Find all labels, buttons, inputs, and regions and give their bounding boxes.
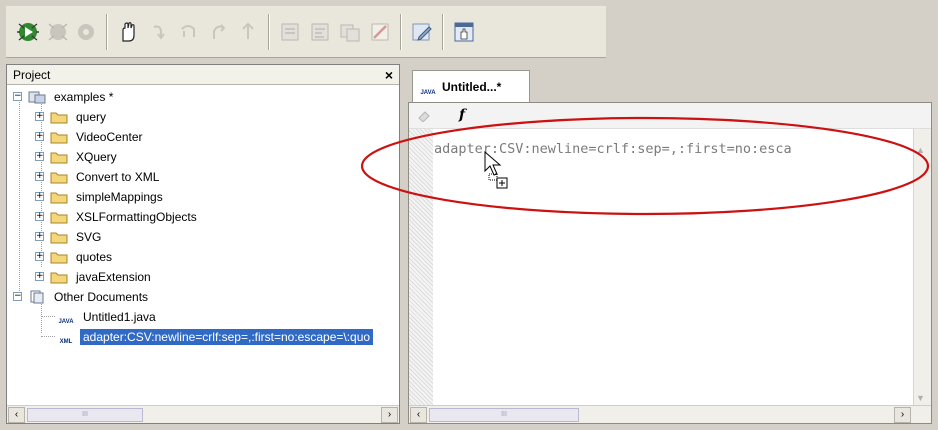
- expand-icon[interactable]: +: [35, 272, 44, 281]
- xml-pane3-icon[interactable]: [336, 18, 364, 46]
- scroll-down-button[interactable]: ▼: [916, 393, 925, 403]
- expand-icon[interactable]: +: [35, 232, 44, 241]
- xml-pane-icon[interactable]: [276, 18, 304, 46]
- scroll-right-button[interactable]: ›: [381, 407, 398, 423]
- step-back-icon[interactable]: [234, 18, 262, 46]
- folder-icon: [50, 150, 68, 164]
- step-out-icon[interactable]: [204, 18, 232, 46]
- documents-icon: [28, 290, 46, 304]
- tree-folder-item[interactable]: + query: [35, 107, 109, 126]
- debug-run-icon[interactable]: [14, 18, 42, 46]
- expand-icon[interactable]: +: [35, 132, 44, 141]
- java-file-icon: JAVA: [420, 89, 436, 96]
- expand-icon[interactable]: +: [35, 252, 44, 261]
- step-over-icon[interactable]: [174, 18, 202, 46]
- tree-folder-item[interactable]: + VideoCenter: [35, 127, 146, 146]
- scroll-left-button[interactable]: ‹: [8, 407, 25, 423]
- tab-untitled[interactable]: JAVA Untitled...*: [412, 70, 530, 102]
- collapse-icon[interactable]: −: [13, 292, 22, 301]
- xml-disabled-icon[interactable]: [366, 18, 394, 46]
- folder-icon: [50, 210, 68, 224]
- scroll-left-button[interactable]: ‹: [410, 407, 427, 423]
- folder-icon: [50, 170, 68, 184]
- hand-icon[interactable]: [114, 18, 142, 46]
- xml-pane2-icon[interactable]: [306, 18, 334, 46]
- folder-icon: [50, 270, 68, 284]
- scroll-thumb[interactable]: III: [429, 408, 579, 422]
- xml-file-icon: XML: [59, 338, 73, 345]
- expand-icon[interactable]: +: [35, 212, 44, 221]
- project-icon: [28, 90, 46, 104]
- editor-horizontal-scrollbar[interactable]: ‹ III ›: [409, 405, 931, 423]
- tab-label: Untitled...*: [442, 79, 502, 94]
- debug-settings-icon[interactable]: [72, 18, 100, 46]
- tree-file-untitled1[interactable]: JAVA Untitled1.java: [57, 307, 159, 326]
- java-file-icon: JAVA: [58, 318, 74, 325]
- edit-icon[interactable]: [408, 18, 436, 46]
- tree-folder-item[interactable]: + quotes: [35, 247, 115, 266]
- collapse-icon[interactable]: −: [13, 92, 22, 101]
- folder-icon: [50, 230, 68, 244]
- tree-other-documents[interactable]: − Other Documents: [13, 287, 151, 306]
- tree-file-adapter[interactable]: XML adapter:CSV:newline=crlf:sep=,:first…: [57, 327, 374, 346]
- tree-folder-item[interactable]: + javaExtension: [35, 267, 154, 286]
- window-icon[interactable]: [450, 18, 478, 46]
- tree-folder-item[interactable]: + Convert to XML: [35, 167, 162, 186]
- folder-icon: [50, 250, 68, 264]
- expand-icon[interactable]: +: [35, 152, 44, 161]
- editor-tab-bar: JAVA Untitled...*: [408, 64, 932, 102]
- expand-icon[interactable]: +: [35, 192, 44, 201]
- tree-folder-item[interactable]: + XQuery: [35, 147, 120, 166]
- tree-folder-item[interactable]: + SVG: [35, 227, 104, 246]
- expand-icon[interactable]: +: [35, 172, 44, 181]
- folder-icon: [50, 110, 68, 124]
- project-panel: Project × − examples * + query + VideoCe…: [6, 64, 400, 424]
- scroll-right-button[interactable]: ›: [894, 407, 911, 423]
- close-icon[interactable]: ×: [385, 66, 393, 84]
- scroll-thumb[interactable]: III: [27, 408, 143, 422]
- folder-icon: [50, 190, 68, 204]
- step-into-icon[interactable]: [144, 18, 172, 46]
- toolbar: [6, 6, 606, 58]
- project-panel-header: Project ×: [7, 65, 399, 85]
- tree-folder-item[interactable]: + XSLFormattingObjects: [35, 207, 200, 226]
- project-title: Project: [13, 68, 51, 82]
- app-window: Project × − examples * + query + VideoCe…: [0, 0, 938, 430]
- debug-stop-icon[interactable]: [44, 18, 72, 46]
- tree-root-examples[interactable]: − examples *: [13, 87, 116, 106]
- folder-icon: [50, 130, 68, 144]
- expand-icon[interactable]: +: [35, 112, 44, 121]
- tree-folder-item[interactable]: + simpleMappings: [35, 187, 166, 206]
- project-horizontal-scrollbar[interactable]: ‹ III ›: [7, 405, 399, 423]
- highlight-ellipse: [360, 116, 930, 216]
